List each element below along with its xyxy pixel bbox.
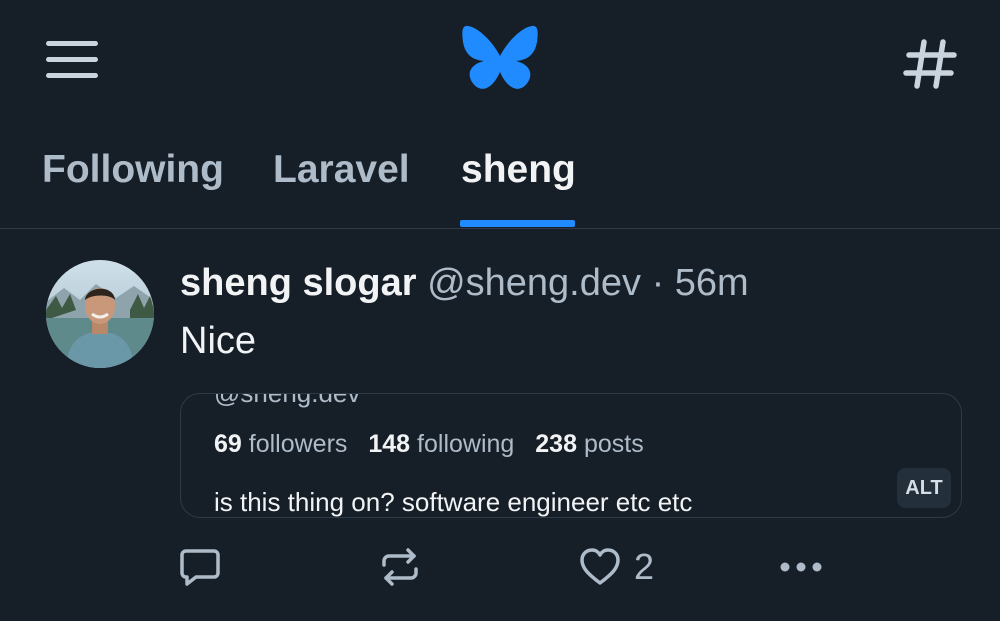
reply-button[interactable] [178, 540, 222, 594]
hashtag-icon[interactable] [900, 36, 960, 92]
alt-text-badge[interactable]: ALT [897, 468, 951, 508]
like-button[interactable]: 2 [578, 540, 654, 594]
hamburger-menu-icon[interactable] [44, 36, 100, 82]
butterfly-logo-icon[interactable] [460, 22, 540, 96]
stat-followers: 69 followers [214, 430, 348, 458]
like-count: 2 [634, 546, 655, 587]
stat-following: 148 following [368, 430, 515, 458]
active-tab-indicator [460, 220, 575, 227]
repost-button[interactable] [378, 540, 422, 594]
more-options-icon [780, 562, 822, 572]
heart-icon [580, 548, 620, 585]
embed-bio: is this thing on? software engineer etc … [214, 487, 693, 517]
separator-dot: · [651, 262, 665, 304]
tab-following[interactable]: Following [42, 148, 224, 228]
tab-laravel[interactable]: Laravel [273, 148, 410, 228]
repost-icon [382, 548, 418, 586]
author-handle[interactable]: @sheng.dev [427, 262, 641, 304]
embed-handle: @sheng.dev [214, 393, 361, 408]
more-options-button[interactable] [778, 540, 824, 594]
tab-sheng[interactable]: sheng [461, 148, 576, 228]
reply-icon [180, 549, 220, 586]
post-timestamp[interactable]: 56m [675, 262, 749, 304]
author-name[interactable]: sheng slogar [180, 262, 417, 304]
stat-posts: 238 posts [535, 430, 644, 458]
app-screen: Following Laravel sheng sheng slogar @sh… [0, 0, 1000, 621]
tabs-divider [0, 228, 1000, 229]
embedded-image[interactable]: @sheng.dev 69 followers 148 following 23… [180, 393, 962, 518]
feed-tabs: Following Laravel sheng [0, 130, 1000, 228]
post-text: Nice [180, 320, 257, 362]
embed-profile-stats: 69 followers 148 following 238 posts [214, 430, 658, 459]
avatar[interactable] [46, 260, 154, 368]
post-header: sheng slogar @sheng.dev · 56m [180, 262, 749, 305]
